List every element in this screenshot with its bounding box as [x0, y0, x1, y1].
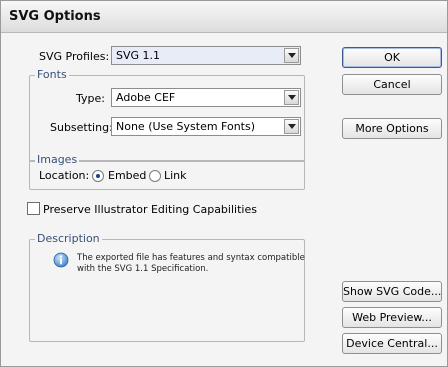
svg-profiles-label: SVG Profiles: — [39, 50, 110, 63]
embed-radio-label[interactable]: Embed — [108, 169, 146, 182]
preserve-editing-checkbox[interactable] — [27, 202, 40, 215]
show-svg-code-button[interactable]: Show SVG Code... — [342, 281, 442, 302]
subsetting-label: Subsetting: — [50, 121, 113, 134]
font-type-select[interactable]: Adobe CEF — [111, 88, 301, 107]
web-preview-button[interactable]: Web Preview... — [342, 307, 442, 328]
svg-options-dialog: SVG Options SVG Profiles: SVG 1.1 Fonts … — [0, 0, 448, 367]
info-icon — [53, 252, 69, 268]
fonts-legend: Fonts — [35, 68, 69, 81]
link-radio-label[interactable]: Link — [164, 169, 187, 182]
svg-profiles-select[interactable]: SVG 1.1 — [111, 46, 301, 65]
device-central-button[interactable]: Device Central... — [342, 333, 442, 354]
chevron-down-icon[interactable] — [284, 90, 299, 105]
font-type-value: Adobe CEF — [116, 91, 176, 104]
font-type-label: Type: — [76, 92, 105, 105]
description-line-2: with the SVG 1.1 Specification. — [77, 264, 209, 274]
embed-radio[interactable] — [92, 170, 104, 182]
cancel-button[interactable]: Cancel — [342, 74, 442, 95]
subsetting-select[interactable]: None (Use System Fonts) — [111, 117, 301, 136]
chevron-down-icon[interactable] — [284, 48, 299, 63]
description-line-1: The exported file has features and synta… — [77, 253, 305, 263]
description-legend: Description — [35, 232, 102, 245]
ok-button[interactable]: OK — [342, 47, 442, 68]
more-options-button[interactable]: More Options — [342, 118, 442, 139]
svg-profiles-value: SVG 1.1 — [116, 49, 161, 62]
images-legend: Images — [35, 153, 80, 166]
dialog-title: SVG Options — [9, 9, 101, 24]
title-bar[interactable]: SVG Options — [1, 1, 447, 33]
link-radio[interactable] — [149, 170, 161, 182]
subsetting-value: None (Use System Fonts) — [116, 120, 256, 133]
preserve-editing-label[interactable]: Preserve Illustrator Editing Capabilitie… — [43, 203, 257, 216]
location-label: Location: — [39, 169, 90, 182]
chevron-down-icon[interactable] — [284, 119, 299, 134]
